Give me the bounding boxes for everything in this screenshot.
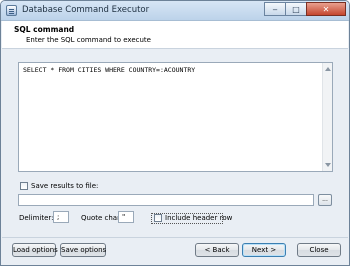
caption-buttons: ‒ □ ✕ bbox=[264, 2, 346, 16]
quote-char-input[interactable]: " bbox=[118, 211, 134, 223]
window-title: Database Command Executor bbox=[22, 5, 150, 15]
back-button[interactable]: < Back bbox=[195, 243, 239, 257]
maximize-button[interactable]: □ bbox=[285, 2, 307, 16]
close-icon: ✕ bbox=[322, 4, 330, 14]
load-options-button[interactable]: Load options bbox=[12, 243, 58, 257]
header-subtitle: Enter the SQL command to execute bbox=[26, 36, 151, 44]
include-header-label: Include header row bbox=[165, 214, 233, 222]
next-button[interactable]: Next > bbox=[242, 243, 286, 257]
delimiter-label: Delimiter: bbox=[19, 214, 54, 222]
header-title: SQL command bbox=[14, 25, 75, 34]
title-bar[interactable]: Database Command Executor ‒ □ ✕ bbox=[1, 1, 349, 21]
app-icon bbox=[6, 5, 17, 16]
close-window-button[interactable]: ✕ bbox=[306, 2, 346, 16]
file-path-input[interactable] bbox=[18, 194, 314, 206]
dialog-window: Database Command Executor ‒ □ ✕ SQL comm… bbox=[0, 0, 350, 266]
minimize-icon: ‒ bbox=[272, 4, 278, 14]
save-results-label: Save results to file: bbox=[31, 182, 99, 190]
save-results-checkbox[interactable] bbox=[20, 182, 28, 190]
minimize-button[interactable]: ‒ bbox=[264, 2, 286, 16]
include-header-checkbox[interactable] bbox=[154, 214, 162, 222]
maximize-icon: □ bbox=[292, 4, 300, 14]
scroll-down-icon[interactable] bbox=[325, 163, 331, 167]
scroll-up-icon[interactable] bbox=[325, 67, 331, 71]
sql-scrollbar[interactable] bbox=[322, 63, 332, 171]
sql-command-textarea[interactable]: SELECT * FROM CITIES WHERE COUNTRY=:ACOU… bbox=[18, 62, 333, 172]
footer-separator bbox=[2, 237, 348, 238]
quote-char-label: Quote char: bbox=[81, 214, 123, 222]
close-button[interactable]: Close bbox=[297, 243, 341, 257]
sql-command-text: SELECT * FROM CITIES WHERE COUNTRY=:ACOU… bbox=[23, 66, 196, 74]
delimiter-input[interactable]: ; bbox=[53, 211, 69, 223]
wizard-header: SQL command Enter the SQL command to exe… bbox=[2, 21, 348, 49]
browse-button[interactable]: ... bbox=[318, 194, 332, 206]
save-options-button[interactable]: Save options bbox=[60, 243, 106, 257]
